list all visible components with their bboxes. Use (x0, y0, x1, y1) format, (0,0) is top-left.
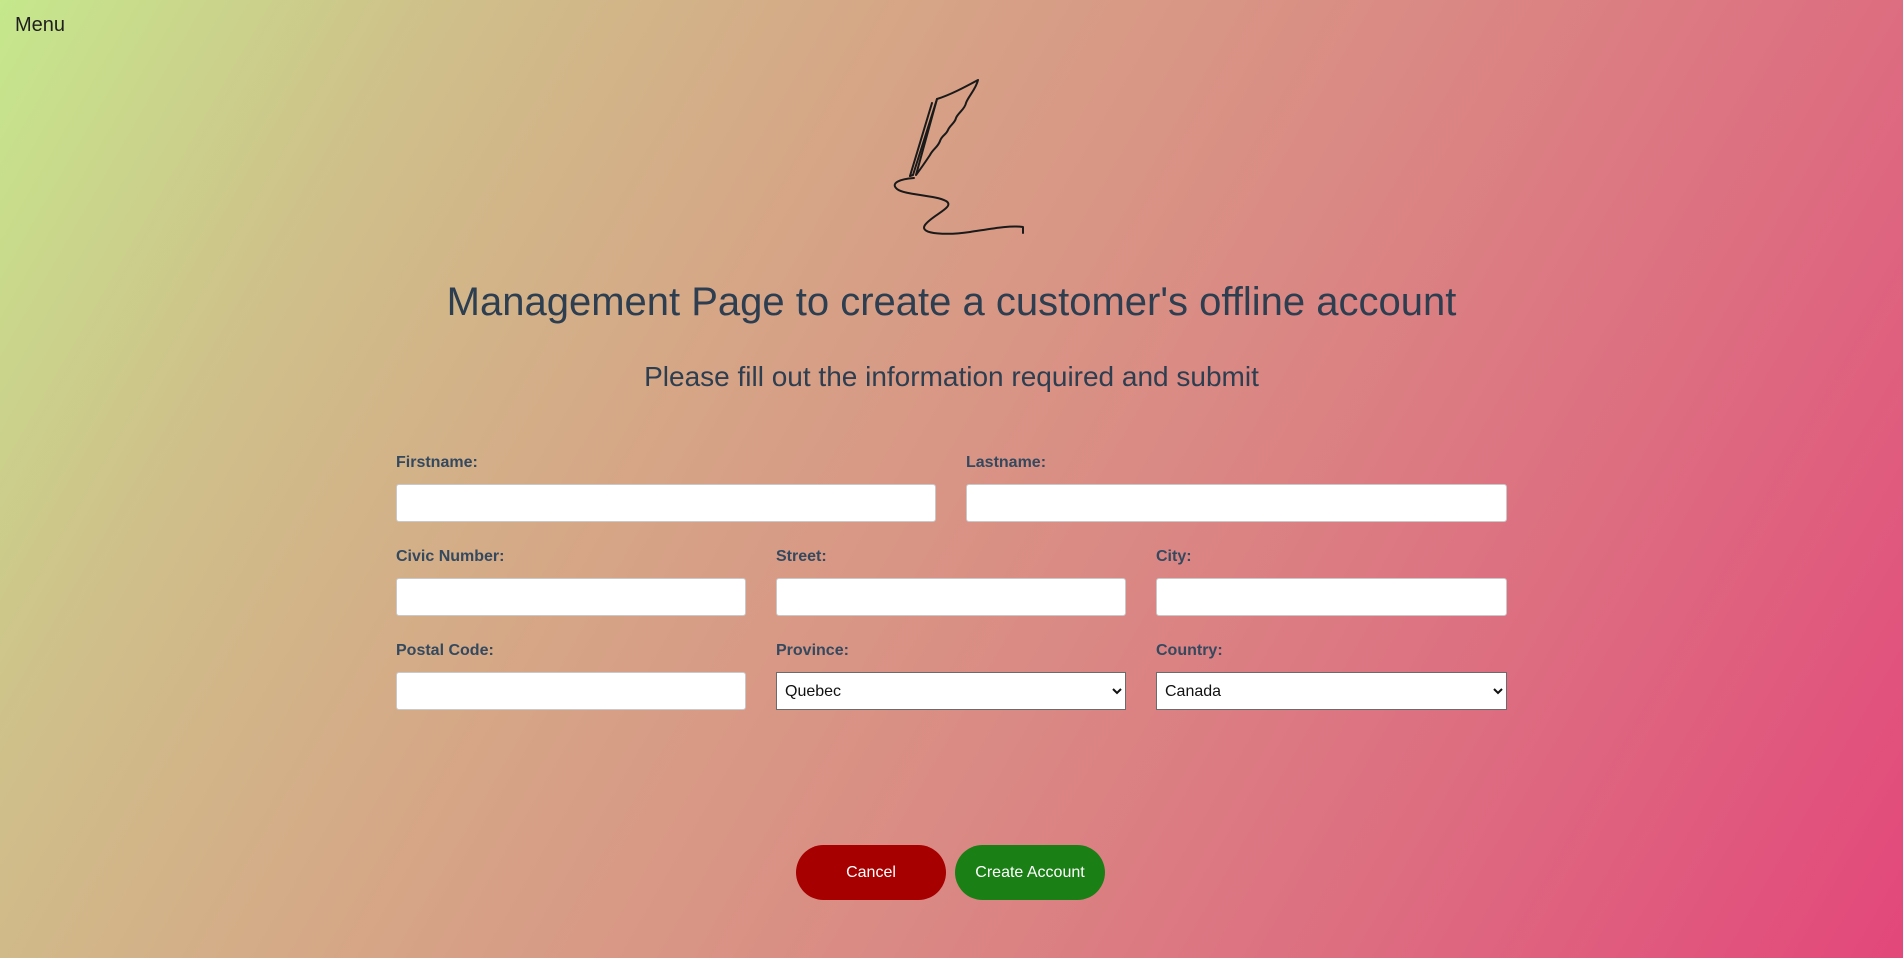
city-input[interactable] (1156, 578, 1507, 616)
civic-number-input[interactable] (396, 578, 746, 616)
street-input[interactable] (776, 578, 1126, 616)
lastname-input[interactable] (966, 484, 1507, 522)
province-select[interactable]: Quebec (776, 672, 1126, 710)
postal-code-label: Postal Code: (396, 642, 494, 659)
page-subtitle: Please fill out the information required… (644, 361, 1259, 392)
firstname-group: Firstname: (396, 454, 936, 522)
street-label: Street: (776, 548, 827, 565)
civic-number-group: Civic Number: (396, 548, 746, 616)
province-label: Province: (776, 642, 849, 659)
street-group: Street: (776, 548, 1126, 616)
city-label: City: (1156, 548, 1192, 565)
menu-button[interactable]: Menu (15, 14, 65, 37)
cancel-button[interactable]: Cancel (796, 845, 946, 900)
firstname-label: Firstname: (396, 454, 478, 471)
create-account-button[interactable]: Create Account (955, 845, 1105, 900)
city-group: City: (1156, 548, 1507, 616)
page-title: Management Page to create a customer's o… (446, 280, 1457, 324)
civic-number-label: Civic Number: (396, 548, 505, 565)
country-group: Country: Canada (1156, 642, 1507, 710)
country-select[interactable]: Canada (1156, 672, 1507, 710)
lastname-label: Lastname: (966, 454, 1047, 471)
firstname-input[interactable] (396, 484, 936, 522)
quill-signature-icon (893, 79, 1024, 235)
postal-code-input[interactable] (396, 672, 746, 710)
province-group: Province: Quebec (776, 642, 1126, 710)
country-label: Country: (1156, 642, 1223, 659)
lastname-group: Lastname: (966, 454, 1507, 522)
postal-code-group: Postal Code: (396, 642, 746, 710)
